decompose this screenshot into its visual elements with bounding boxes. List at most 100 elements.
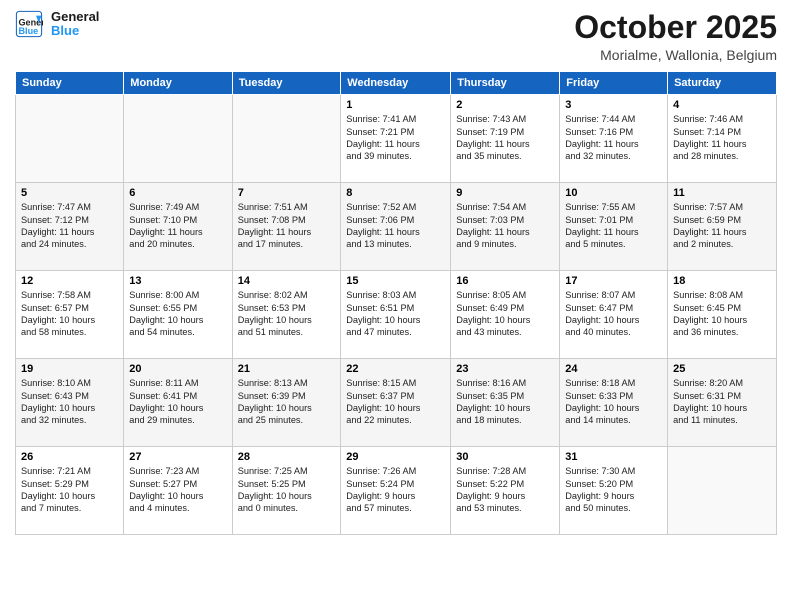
day-info: Sunrise: 7:46 AMSunset: 7:14 PMDaylight:… <box>673 113 771 163</box>
day-info: Sunrise: 7:52 AMSunset: 7:06 PMDaylight:… <box>346 201 445 251</box>
day-cell: 16 Sunrise: 8:05 AMSunset: 6:49 PMDayligh… <box>451 271 560 359</box>
day-info: Sunrise: 8:07 AMSunset: 6:47 PMDaylight:… <box>565 289 662 339</box>
day-cell: 3Sunrise: 7:44 AMSunset: 7:16 PMDaylight… <box>560 95 668 183</box>
day-number: 6 <box>129 187 226 199</box>
day-info: Sunrise: 7:26 AMSunset: 5:24 PMDaylight:… <box>346 465 445 515</box>
day-cell <box>16 95 124 183</box>
day-cell: 2 Sunrise: 7:43 AMSunset: 7:19 PMDaylight… <box>451 95 560 183</box>
day-cell: 13 Sunrise: 8:00 AMSunset: 6:55 PMDayligh… <box>124 271 232 359</box>
day-number: 23 <box>456 363 554 375</box>
day-number: 7 <box>238 187 336 199</box>
day-cell: 21Sunrise: 8:13 AMSunset: 6:39 PMDayligh… <box>232 359 341 447</box>
week-row-3: 12 Sunrise: 7:58 AMSunset: 6:57 PMDayligh… <box>16 271 777 359</box>
day-cell: 28 Sunrise: 7:25 AMSunset: 5:25 PMDayligh… <box>232 447 341 535</box>
day-cell: 4 Sunrise: 7:46 AMSunset: 7:14 PMDaylight… <box>668 95 777 183</box>
day-number: 25 <box>673 363 771 375</box>
day-number: 15 <box>346 275 445 287</box>
location: Morialme, Wallonia, Belgium <box>574 47 777 63</box>
day-info: Sunrise: 8:16 AMSunset: 6:35 PMDaylight:… <box>456 377 554 427</box>
day-info: Sunrise: 8:20 AMSunset: 6:31 PMDaylight:… <box>673 377 771 427</box>
day-number: 12 <box>21 275 118 287</box>
day-info: Sunrise: 7:41 AMSunset: 7:21 PMDaylight:… <box>346 113 445 163</box>
day-cell: 23 Sunrise: 8:16 AMSunset: 6:35 PMDayligh… <box>451 359 560 447</box>
svg-text:Blue: Blue <box>19 26 39 36</box>
day-cell: 9 Sunrise: 7:54 AMSunset: 7:03 PMDaylight… <box>451 183 560 271</box>
day-info: Sunrise: 7:55 AMSunset: 7:01 PMDaylight:… <box>565 201 662 251</box>
day-cell: 26Sunrise: 7:21 AMSunset: 5:29 PMDayligh… <box>16 447 124 535</box>
day-info: Sunrise: 7:58 AMSunset: 6:57 PMDaylight:… <box>21 289 118 339</box>
day-number: 16 <box>456 275 554 287</box>
day-cell: 7Sunrise: 7:51 AMSunset: 7:08 PMDaylight… <box>232 183 341 271</box>
day-cell: 20Sunrise: 8:11 AMSunset: 6:41 PMDayligh… <box>124 359 232 447</box>
day-cell <box>124 95 232 183</box>
weekday-tuesday: Tuesday <box>232 72 341 95</box>
day-number: 13 <box>129 275 226 287</box>
day-cell: 14Sunrise: 8:02 AMSunset: 6:53 PMDayligh… <box>232 271 341 359</box>
day-number: 11 <box>673 187 771 199</box>
day-info: Sunrise: 7:43 AMSunset: 7:19 PMDaylight:… <box>456 113 554 163</box>
day-number: 22 <box>346 363 445 375</box>
day-cell: 27Sunrise: 7:23 AMSunset: 5:27 PMDayligh… <box>124 447 232 535</box>
day-cell: 12 Sunrise: 7:58 AMSunset: 6:57 PMDayligh… <box>16 271 124 359</box>
day-number: 26 <box>21 451 118 463</box>
day-number: 8 <box>346 187 445 199</box>
week-row-4: 19 Sunrise: 8:10 AMSunset: 6:43 PMDayligh… <box>16 359 777 447</box>
day-info: Sunrise: 7:57 AMSunset: 6:59 PMDaylight:… <box>673 201 771 251</box>
day-number: 2 <box>456 99 554 111</box>
week-row-5: 26Sunrise: 7:21 AMSunset: 5:29 PMDayligh… <box>16 447 777 535</box>
day-info: Sunrise: 8:11 AMSunset: 6:41 PMDaylight:… <box>129 377 226 427</box>
calendar: SundayMondayTuesdayWednesdayThursdayFrid… <box>15 71 777 535</box>
day-info: Sunrise: 7:44 AMSunset: 7:16 PMDaylight:… <box>565 113 662 163</box>
weekday-header-row: SundayMondayTuesdayWednesdayThursdayFrid… <box>16 72 777 95</box>
day-cell: 15 Sunrise: 8:03 AMSunset: 6:51 PMDayligh… <box>341 271 451 359</box>
weekday-friday: Friday <box>560 72 668 95</box>
day-info: Sunrise: 7:28 AMSunset: 5:22 PMDaylight:… <box>456 465 554 515</box>
day-info: Sunrise: 7:30 AMSunset: 5:20 PMDaylight:… <box>565 465 662 515</box>
day-info: Sunrise: 8:18 AMSunset: 6:33 PMDaylight:… <box>565 377 662 427</box>
day-info: Sunrise: 8:08 AMSunset: 6:45 PMDaylight:… <box>673 289 771 339</box>
day-number: 4 <box>673 99 771 111</box>
day-number: 19 <box>21 363 118 375</box>
day-info: Sunrise: 8:00 AMSunset: 6:55 PMDaylight:… <box>129 289 226 339</box>
day-info: Sunrise: 8:10 AMSunset: 6:43 PMDaylight:… <box>21 377 118 427</box>
day-cell: 29 Sunrise: 7:26 AMSunset: 5:24 PMDayligh… <box>341 447 451 535</box>
day-info: Sunrise: 7:47 AMSunset: 7:12 PMDaylight:… <box>21 201 118 251</box>
logo-blue: Blue <box>51 24 99 38</box>
day-number: 18 <box>673 275 771 287</box>
day-cell: 22 Sunrise: 8:15 AMSunset: 6:37 PMDayligh… <box>341 359 451 447</box>
week-row-1: 1Sunrise: 7:41 AMSunset: 7:21 PMDaylight… <box>16 95 777 183</box>
day-number: 17 <box>565 275 662 287</box>
day-number: 29 <box>346 451 445 463</box>
day-number: 9 <box>456 187 554 199</box>
day-info: Sunrise: 8:03 AMSunset: 6:51 PMDaylight:… <box>346 289 445 339</box>
day-cell: 6 Sunrise: 7:49 AMSunset: 7:10 PMDaylight… <box>124 183 232 271</box>
day-cell: 19 Sunrise: 8:10 AMSunset: 6:43 PMDayligh… <box>16 359 124 447</box>
day-info: Sunrise: 8:05 AMSunset: 6:49 PMDaylight:… <box>456 289 554 339</box>
day-info: Sunrise: 8:15 AMSunset: 6:37 PMDaylight:… <box>346 377 445 427</box>
day-number: 28 <box>238 451 336 463</box>
day-number: 24 <box>565 363 662 375</box>
day-number: 10 <box>565 187 662 199</box>
day-cell: 30 Sunrise: 7:28 AMSunset: 5:22 PMDayligh… <box>451 447 560 535</box>
day-cell: 8 Sunrise: 7:52 AMSunset: 7:06 PMDaylight… <box>341 183 451 271</box>
page: General Blue General Blue October 2025 M… <box>0 0 792 612</box>
day-cell: 5 Sunrise: 7:47 AMSunset: 7:12 PMDaylight… <box>16 183 124 271</box>
weekday-wednesday: Wednesday <box>341 72 451 95</box>
weekday-thursday: Thursday <box>451 72 560 95</box>
day-cell: 17 Sunrise: 8:07 AMSunset: 6:47 PMDayligh… <box>560 271 668 359</box>
title-block: October 2025 Morialme, Wallonia, Belgium <box>574 10 777 63</box>
day-cell: 25 Sunrise: 8:20 AMSunset: 6:31 PMDayligh… <box>668 359 777 447</box>
weekday-saturday: Saturday <box>668 72 777 95</box>
day-cell: 11 Sunrise: 7:57 AMSunset: 6:59 PMDayligh… <box>668 183 777 271</box>
day-cell: 1Sunrise: 7:41 AMSunset: 7:21 PMDaylight… <box>341 95 451 183</box>
day-info: Sunrise: 7:25 AMSunset: 5:25 PMDaylight:… <box>238 465 336 515</box>
day-number: 30 <box>456 451 554 463</box>
day-info: Sunrise: 7:54 AMSunset: 7:03 PMDaylight:… <box>456 201 554 251</box>
day-number: 21 <box>238 363 336 375</box>
day-cell <box>668 447 777 535</box>
day-info: Sunrise: 7:49 AMSunset: 7:10 PMDaylight:… <box>129 201 226 251</box>
day-cell: 24 Sunrise: 8:18 AMSunset: 6:33 PMDayligh… <box>560 359 668 447</box>
day-number: 5 <box>21 187 118 199</box>
day-cell: 10 Sunrise: 7:55 AMSunset: 7:01 PMDayligh… <box>560 183 668 271</box>
logo-icon: General Blue <box>15 10 43 38</box>
